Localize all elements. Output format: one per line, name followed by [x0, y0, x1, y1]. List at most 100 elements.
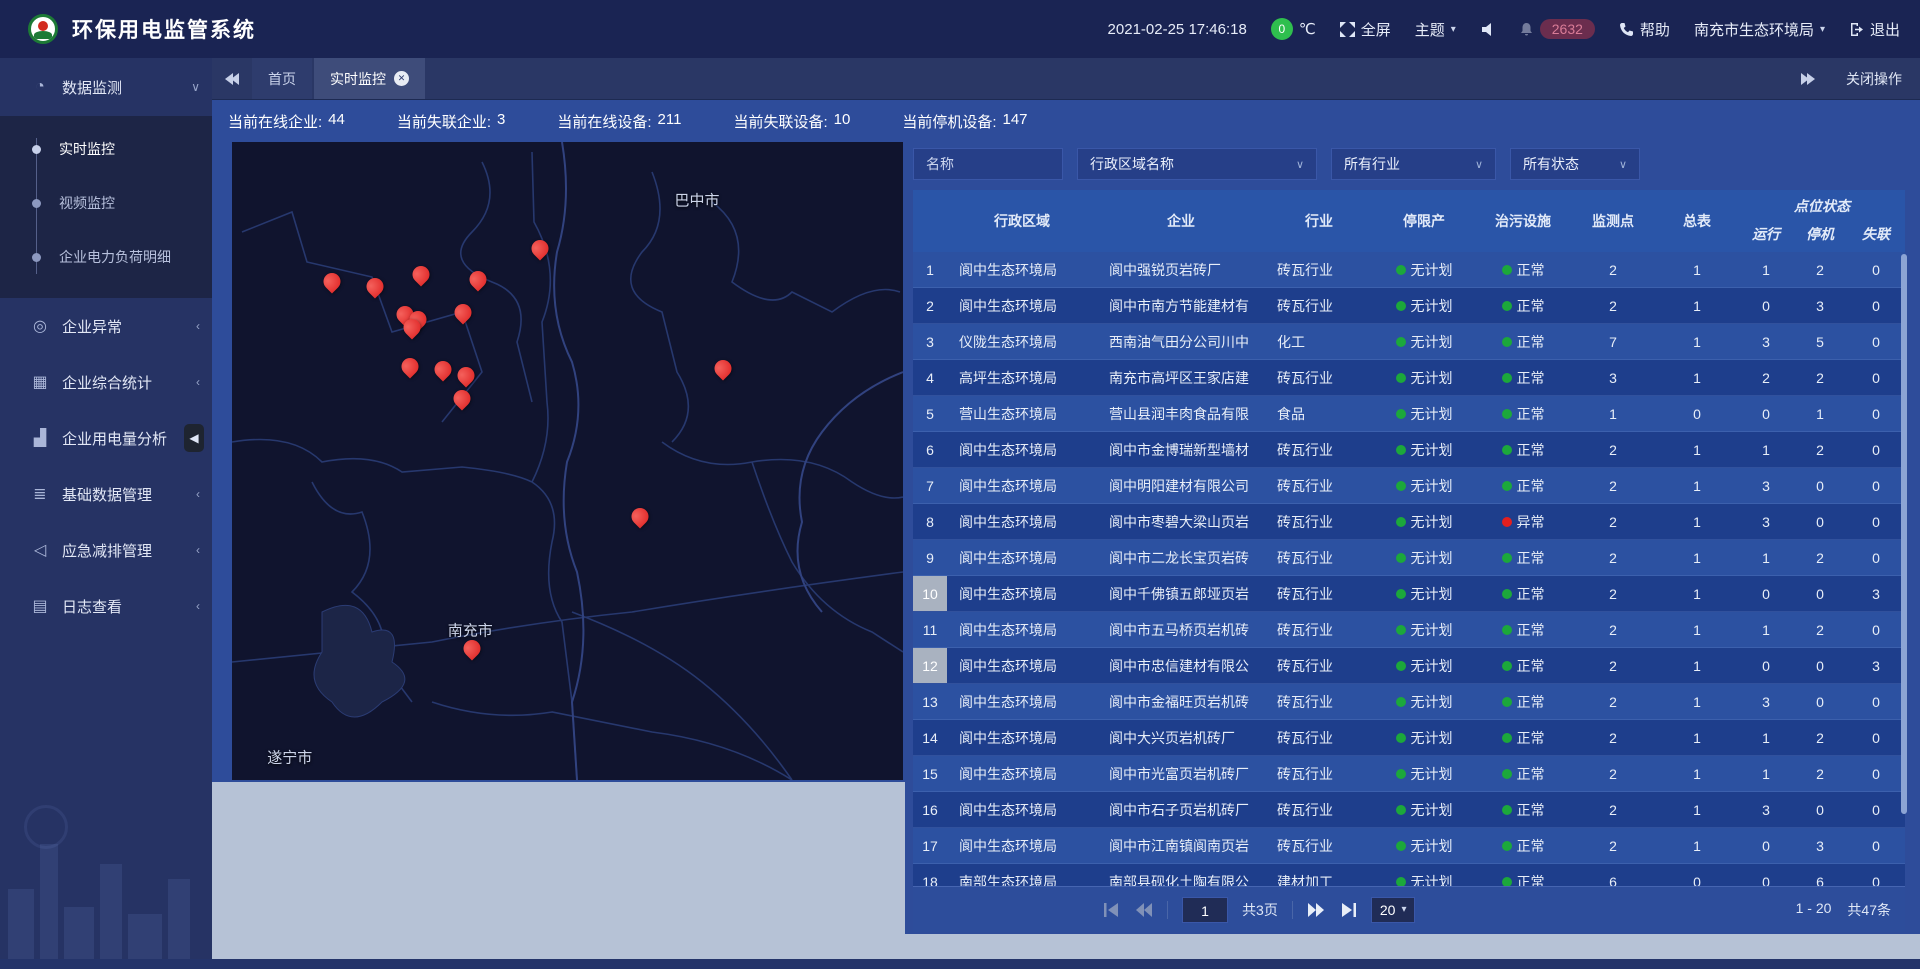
table-row[interactable]: 4 高坪生态环境局 南充市高坪区王家店建 砖瓦行业 无计划 正常 3 — [913, 360, 1905, 396]
table-row[interactable]: 6 阆中生态环境局 阆中市金博瑞新型墙材 砖瓦行业 无计划 正常 2 — [913, 432, 1905, 468]
theme-menu[interactable]: 主题▾ — [1415, 19, 1456, 40]
sidebar-item-log-view[interactable]: ▤ 日志查看 ‹ — [0, 578, 212, 634]
next-page-button[interactable] — [1307, 902, 1325, 918]
table-row[interactable]: 13 阆中生态环境局 阆中市金福旺页岩机砖 砖瓦行业 无计划 正常 2 — [913, 684, 1905, 720]
menu-icon: ≣ — [30, 484, 50, 504]
map-pin-icon[interactable] — [323, 270, 340, 292]
chevron-down-icon: ∨ — [191, 80, 200, 94]
map-pin-icon[interactable] — [403, 316, 420, 338]
stat-value: 3 — [497, 111, 505, 132]
status-dot — [1396, 769, 1406, 779]
sidebar-item-enterprise-statistics[interactable]: ▦ 企业综合统计 ‹ — [0, 354, 212, 410]
cell-company: 阆中市江南镇阆南页岩 — [1097, 828, 1265, 863]
tab-realtime-monitor[interactable]: 实时监控 ✕ — [314, 58, 425, 99]
map-pin-icon[interactable] — [454, 387, 471, 409]
map-collapse-button[interactable]: ◀ — [184, 424, 204, 452]
table-row[interactable]: 2 阆中生态环境局 阆中市南方节能建材有 砖瓦行业 无计划 正常 2 — [913, 288, 1905, 324]
cell-district: 阆中生态环境局 — [947, 288, 1097, 323]
sidebar-item-data-monitoring[interactable]: ◔ 数据监测 ∨ — [0, 58, 212, 116]
map-panel[interactable]: 巴中市 南充市 遂宁市 — [232, 142, 903, 780]
close-operations-button[interactable]: 关闭操作 — [1846, 69, 1902, 89]
fullscreen-button[interactable]: 全屏 — [1340, 19, 1391, 40]
map-pin-icon[interactable] — [454, 301, 471, 323]
table-row[interactable]: 15 阆中生态环境局 阆中市光富页岩机砖厂 砖瓦行业 无计划 正常 2 — [913, 756, 1905, 792]
status-dot — [1502, 841, 1512, 851]
status-dot — [1502, 625, 1512, 635]
map-pin-icon[interactable] — [366, 275, 383, 297]
page-size-select[interactable]: 20▾ — [1371, 897, 1416, 923]
map-pin-icon[interactable] — [401, 355, 418, 377]
status-dot — [1396, 805, 1406, 815]
cell-industry: 化工 — [1265, 324, 1373, 359]
table-row[interactable]: 17 阆中生态环境局 阆中市江南镇阆南页岩 砖瓦行业 无计划 正常 2 — [913, 828, 1905, 864]
map-water-area — [314, 605, 405, 717]
table-scrollbar[interactable] — [1901, 254, 1907, 814]
sidebar-item-base-data-management[interactable]: ≣ 基础数据管理 ‹ — [0, 466, 212, 522]
sidebar-item-enterprise-abnormal[interactable]: ◎ 企业异常 ‹ — [0, 298, 212, 354]
org-menu[interactable]: 南充市生态环境局▾ — [1694, 19, 1825, 40]
tabs-scroll-left-button[interactable] — [212, 58, 252, 99]
table-row[interactable]: 12 阆中生态环境局 阆中市忠信建材有限公 砖瓦行业 无计划 正常 2 — [913, 648, 1905, 684]
mute-button[interactable] — [1480, 22, 1495, 37]
sidebar-item-power-usage-analysis[interactable]: ▟ 企业用电量分析 ‹ — [0, 410, 212, 466]
cell-meters: 1 — [1655, 252, 1739, 287]
sidebar-subitem-power-load-detail[interactable]: 企业电力负荷明细 — [0, 230, 212, 284]
tab-close-icon[interactable]: ✕ — [394, 71, 409, 86]
table-row[interactable]: 7 阆中生态环境局 阆中明阳建材有限公司 砖瓦行业 无计划 正常 2 — [913, 468, 1905, 504]
page-number-input[interactable]: 1 — [1182, 897, 1228, 923]
cell-meters: 1 — [1655, 720, 1739, 755]
tabs-scroll-right-button[interactable] — [1788, 73, 1828, 85]
cell-facility: 正常 — [1475, 540, 1571, 575]
logout-button[interactable]: 退出 — [1849, 19, 1900, 40]
region-filter-select[interactable]: 行政区域名称∨ — [1077, 148, 1317, 180]
prev-page-button[interactable] — [1135, 902, 1153, 918]
cell-stopped: 2 — [1793, 360, 1847, 395]
help-button[interactable]: 帮助 — [1619, 19, 1670, 40]
industry-filter-select[interactable]: 所有行业∨ — [1331, 148, 1496, 180]
cell-district: 营山生态环境局 — [947, 396, 1097, 431]
map-pin-icon[interactable] — [464, 637, 481, 659]
map-pin-icon[interactable] — [458, 364, 475, 386]
table-row[interactable]: 18 南部生态环境局 南部县砚化土陶有限公 建材加工 无计划 正常 6 — [913, 864, 1905, 886]
main-content: 当前在线企业: 44 当前失联企业: 3 当前在线设备: 211 当前失联设备:… — [212, 100, 1920, 969]
table-row[interactable]: 3 仪陇生态环境局 西南油气田分公司川中 化工 无计划 正常 7 — [913, 324, 1905, 360]
table-row[interactable]: 16 阆中生态环境局 阆中市石子页岩机砖厂 砖瓦行业 无计划 正常 2 — [913, 792, 1905, 828]
map-pin-icon[interactable] — [715, 357, 732, 379]
row-index: 3 — [913, 324, 947, 359]
map-pin-icon[interactable] — [470, 268, 487, 290]
sidebar-subitem-realtime-monitor[interactable]: 实时监控 — [0, 122, 212, 176]
status-filter-select[interactable]: 所有状态∨ — [1510, 148, 1640, 180]
table-row[interactable]: 1 阆中生态环境局 阆中强锐页岩砖厂 砖瓦行业 无计划 正常 2 — [913, 252, 1905, 288]
stat-label: 当前在线企业: — [228, 111, 322, 132]
sidebar-item-emergency-reduction[interactable]: ◁ 应急减排管理 ‹ — [0, 522, 212, 578]
cell-facility: 正常 — [1475, 828, 1571, 863]
cell-points: 1 — [1571, 396, 1655, 431]
col-facility: 治污设施 — [1475, 190, 1571, 252]
map-pin-icon[interactable] — [413, 263, 430, 285]
table-row[interactable]: 14 阆中生态环境局 阆中大兴页岩机砖厂 砖瓦行业 无计划 正常 2 — [913, 720, 1905, 756]
col-district: 行政区域 — [947, 190, 1097, 252]
cell-facility: 正常 — [1475, 864, 1571, 886]
temperature: 0 ℃ — [1271, 18, 1316, 40]
notifications[interactable]: 2632 — [1519, 19, 1595, 39]
table-row[interactable]: 5 营山生态环境局 营山县润丰肉食品有限 食品 无计划 正常 1 — [913, 396, 1905, 432]
tabs: 首页 ✕ 实时监控 ✕ — [252, 58, 427, 99]
cell-points: 2 — [1571, 648, 1655, 683]
first-page-button[interactable] — [1103, 902, 1121, 918]
table-row[interactable]: 11 阆中生态环境局 阆中市五马桥页岩机砖 砖瓦行业 无计划 正常 2 — [913, 612, 1905, 648]
map-city-label: 遂宁市 — [267, 747, 312, 768]
table-row[interactable]: 8 阆中生态环境局 阆中市枣碧大梁山页岩 砖瓦行业 无计划 异常 2 — [913, 504, 1905, 540]
map-pin-icon[interactable] — [531, 237, 548, 259]
sidebar-subitem-video-monitor[interactable]: 视频监控 — [0, 176, 212, 230]
map-pin-icon[interactable] — [434, 358, 451, 380]
tab-home[interactable]: 首页 ✕ — [252, 58, 312, 99]
table-row[interactable]: 10 阆中生态环境局 阆中千佛镇五郎垭页岩 砖瓦行业 无计划 正常 2 — [913, 576, 1905, 612]
map-pin-icon[interactable] — [631, 505, 648, 527]
phone-icon — [1619, 22, 1634, 37]
table-row[interactable]: 9 阆中生态环境局 阆中市二龙长宝页岩砖 砖瓦行业 无计划 正常 2 — [913, 540, 1905, 576]
temperature-badge: 0 — [1271, 18, 1293, 40]
name-filter-input[interactable] — [913, 148, 1063, 180]
last-page-button[interactable] — [1339, 902, 1357, 918]
cell-stopped: 0 — [1793, 684, 1847, 719]
cell-stopped: 5 — [1793, 324, 1847, 359]
